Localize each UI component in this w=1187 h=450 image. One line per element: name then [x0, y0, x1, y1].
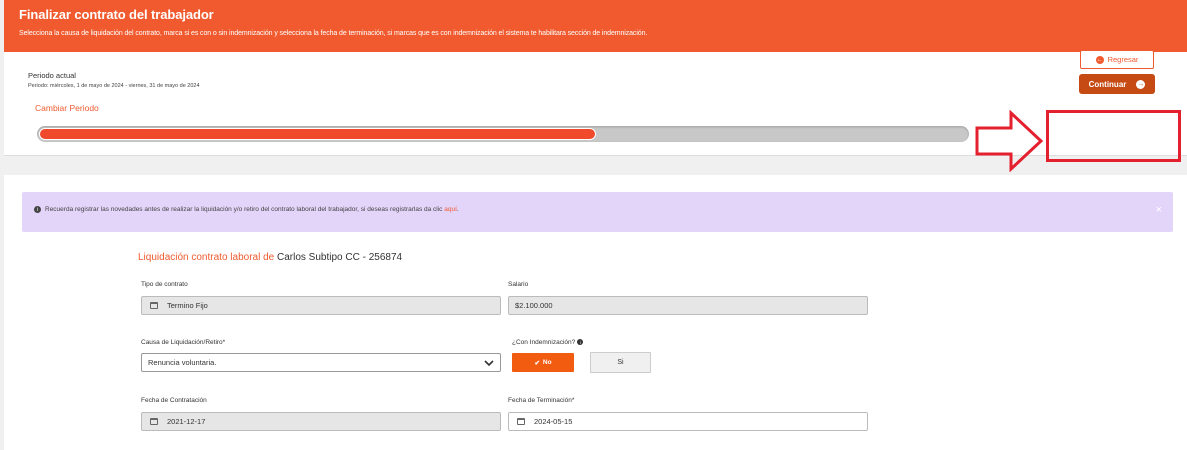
info-alert: i Recuerda registrar las novedades antes… [22, 192, 1173, 232]
arrow-left-circle-icon: ← [1095, 55, 1104, 64]
calendar-icon [150, 418, 158, 425]
salary-label: Salario [508, 281, 529, 288]
close-icon[interactable]: × [1156, 204, 1162, 216]
alert-message: Recuerda registrar las novedades antes d… [45, 206, 445, 213]
liquidation-form-card: i Recuerda registrar las novedades antes… [4, 175, 1187, 450]
salary-field: $2.100.000 [508, 296, 868, 315]
back-button[interactable]: ← Regresar [1080, 50, 1154, 69]
page-header: Finalizar contrato del trabajador Selecc… [4, 0, 1187, 52]
end-date-label: Fecha de Terminación* [508, 397, 575, 404]
page-subtitle: Selecciona la causa de liquidación del c… [19, 30, 648, 37]
hire-date-label: Fecha de Contratación [141, 397, 207, 404]
indemnity-si-button[interactable]: Si [590, 352, 651, 373]
info-icon: i [577, 339, 584, 346]
arrow-right-circle-icon: → [1136, 79, 1146, 89]
period-progress-fill [39, 128, 596, 140]
form-title: Liquidación contrato laboral de Carlos S… [138, 252, 403, 263]
worker-name: Carlos Subtipo CC - 256874 [277, 252, 403, 263]
cause-label: Causa de Liquidación/Retiro* [141, 339, 226, 346]
back-button-label: Regresar [1107, 55, 1139, 64]
continue-button[interactable]: Continuar → [1079, 74, 1155, 94]
annotation-arrow-icon [975, 110, 1044, 172]
contract-type-label: Tipo de contrato [141, 281, 188, 288]
contract-type-field: Termino Fijo [141, 296, 501, 315]
check-icon: ✔ [534, 359, 540, 367]
period-progress-bar [37, 126, 969, 142]
chevron-down-icon [484, 360, 494, 367]
period-label: Periodo actual [28, 71, 76, 80]
cause-select[interactable]: Renuncia voluntaria. [141, 353, 501, 372]
indemnity-label: ¿Con Indemnización? i [512, 339, 584, 346]
calendar-icon [517, 418, 525, 425]
info-icon: i [34, 206, 41, 213]
end-date-input[interactable]: 2024-05-15 [508, 412, 868, 431]
change-period-link[interactable]: Cambiar Periodo [35, 103, 99, 113]
indemnity-no-button[interactable]: ✔ No [512, 353, 574, 372]
hire-date-field: 2021-12-17 [141, 412, 501, 431]
page-title: Finalizar contrato del trabajador [19, 7, 214, 22]
period-range: Periodo: miércoles, 1 de mayo de 2024 - … [28, 83, 200, 89]
alert-link[interactable]: aquí [444, 206, 457, 213]
calendar-icon [150, 302, 158, 309]
continue-button-label: Continuar [1088, 79, 1127, 89]
